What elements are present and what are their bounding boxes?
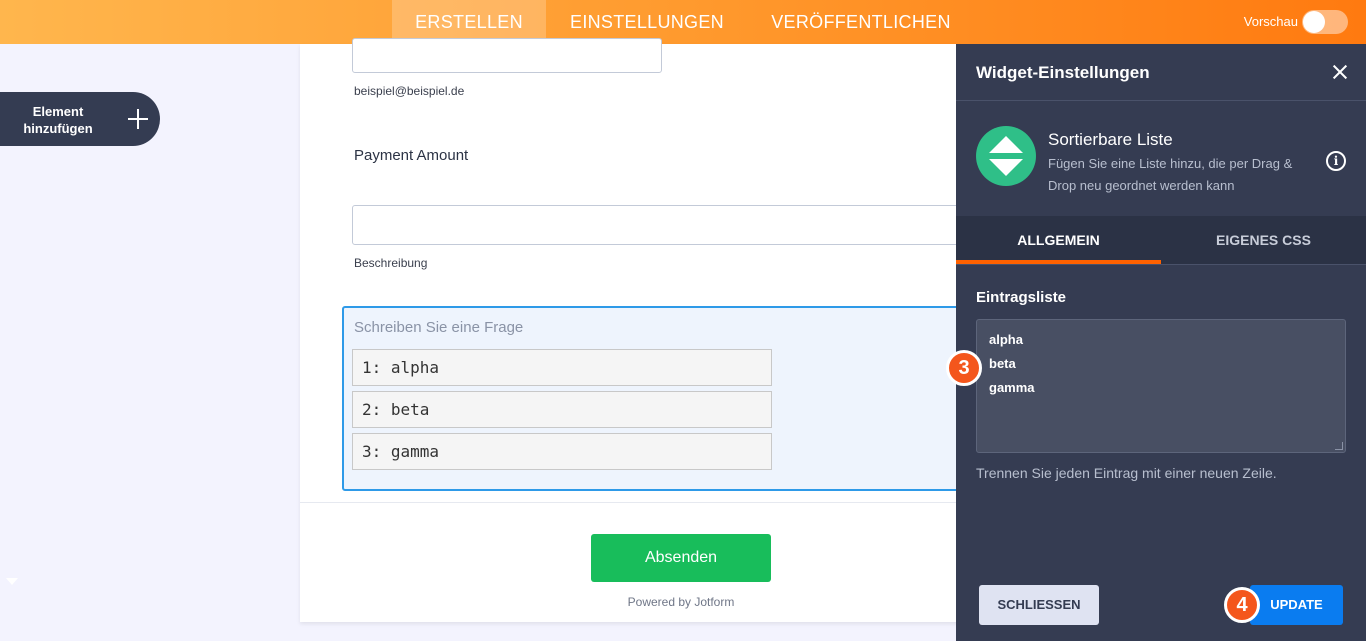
add-element-label: Element hinzufügen (23, 104, 93, 136)
close-button[interactable]: SCHLIESSEN (979, 585, 1099, 625)
sort-arrows-icon (976, 126, 1036, 186)
payment-amount-field[interactable] (352, 205, 972, 245)
form-canvas: beispiel@beispiel.de Payment Amount Besc… (300, 38, 982, 622)
sortable-item[interactable]: 2: beta (352, 391, 772, 428)
preview-label: Vorschau (1243, 14, 1298, 29)
entry-line: beta (989, 356, 1016, 371)
submit-button[interactable]: Absenden (591, 534, 771, 582)
sortable-item[interactable]: 1: alpha (352, 349, 772, 386)
tab-eigenes-css[interactable]: EIGENES CSS (1161, 216, 1366, 264)
entry-hint: Trennen Sie jeden Eintrag mit einer neue… (976, 465, 1277, 481)
widget-settings-panel: Widget-Einstellungen Sortierbare Liste F… (956, 44, 1366, 641)
powered-by-text: Powered by Jotform (627, 595, 735, 609)
payment-amount-label: Payment Amount (354, 147, 469, 164)
info-icon[interactable]: i (1326, 151, 1346, 171)
tab-allgemein[interactable]: ALLGEMEIN (956, 216, 1161, 264)
preview-toggle[interactable] (1302, 10, 1348, 34)
caret-down-icon (6, 578, 18, 585)
widget-description: Fügen Sie eine Liste hinzu, die per Drag… (1048, 156, 1293, 193)
step-badge-4: 4 (1224, 587, 1260, 623)
toggle-knob (1303, 11, 1325, 33)
payment-sublabel: Beschreibung (354, 256, 428, 270)
tabs-divider (956, 264, 1366, 265)
sortable-item[interactable]: 3: gamma (352, 433, 772, 470)
entry-list-textarea[interactable]: alpha beta gamma (976, 319, 1346, 453)
widget-name: Sortierbare Liste (1048, 130, 1173, 149)
entry-line: alpha (989, 332, 1023, 347)
email-sublabel: beispiel@beispiel.de (354, 84, 465, 98)
resize-handle[interactable] (1335, 442, 1343, 450)
top-navigation-bar: ERSTELLEN EINSTELLUNGEN VERÖFFENTLICHEN … (0, 0, 1366, 44)
email-field[interactable] (352, 38, 662, 73)
add-element-button[interactable]: Element hinzufügen (0, 92, 160, 146)
panel-title: Widget-Einstellungen (976, 63, 1150, 82)
panel-divider (956, 100, 1366, 101)
update-button[interactable]: UPDATE (1250, 585, 1343, 625)
sortable-list-question[interactable]: Schreiben Sie eine Frage 1: alpha 2: bet… (342, 306, 982, 491)
tab-veroeffentlichen[interactable]: VERÖFFENTLICHEN (760, 0, 962, 44)
entry-list-label: Eintragsliste (976, 289, 1067, 306)
close-icon[interactable] (1332, 64, 1348, 80)
question-placeholder[interactable]: Schreiben Sie eine Frage (354, 319, 523, 336)
entry-line: gamma (989, 380, 1035, 395)
step-badge-3: 3 (946, 350, 982, 386)
form-divider (300, 502, 960, 503)
plus-icon (127, 108, 149, 130)
panel-tabs: ALLGEMEIN EIGENES CSS (956, 216, 1366, 264)
